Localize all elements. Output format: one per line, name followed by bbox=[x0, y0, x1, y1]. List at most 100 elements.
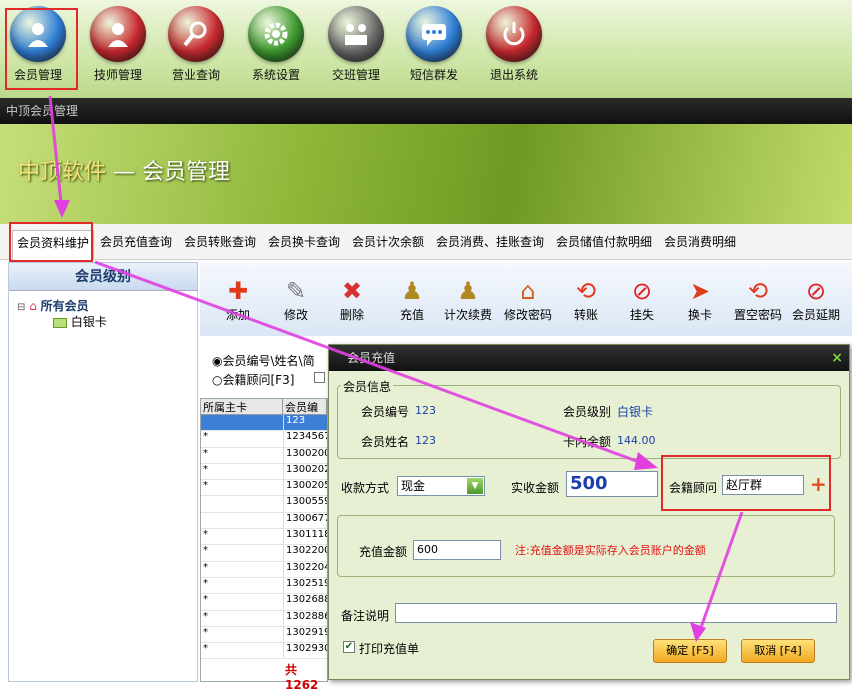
table-row[interactable]: * 1234567 bbox=[201, 431, 327, 448]
action-button-0[interactable]: ✚ 添加 bbox=[210, 276, 266, 323]
balance-label: 卡内余额 bbox=[563, 435, 612, 449]
toolbar-item-label: 营业查询 bbox=[171, 68, 220, 82]
recharge-note: 注:充值金额是实际存入会员账户的金额 bbox=[515, 544, 706, 557]
advisor-input[interactable]: 赵厅群 bbox=[722, 475, 804, 495]
advisor-label: 会籍顾问 bbox=[669, 481, 718, 495]
add-icon: ✚ bbox=[227, 277, 249, 305]
toolbar-item-1[interactable]: 技师管理 bbox=[82, 6, 154, 90]
chevron-down-icon[interactable]: ▼ bbox=[467, 478, 483, 494]
print-checkbox[interactable]: ✔ bbox=[343, 641, 355, 653]
tab-2[interactable]: 会员转账查询 bbox=[180, 230, 260, 260]
toolbar-item-3[interactable]: 系统设置 bbox=[240, 6, 312, 90]
action-button-2[interactable]: ✖ 删除 bbox=[324, 276, 380, 323]
tree-item-silver-card[interactable]: 白银卡 bbox=[53, 313, 107, 330]
sms-icon bbox=[406, 6, 462, 62]
table-row[interactable]: * 1302886 bbox=[201, 610, 327, 627]
grid-header: 所属主卡 会员编 bbox=[201, 399, 327, 415]
table-row[interactable]: * 1302930 bbox=[201, 643, 327, 660]
tab-5[interactable]: 会员消费、挂账查询 bbox=[432, 230, 548, 260]
action-button-9[interactable]: ⟲ 置空密码 bbox=[730, 276, 786, 323]
cell-main-card bbox=[201, 496, 283, 511]
action-button-8[interactable]: ➤ 换卡 bbox=[672, 276, 728, 323]
search-option1-label: 会员编号\姓名\简 bbox=[222, 354, 315, 368]
table-row[interactable]: 123 bbox=[201, 415, 327, 432]
table-row[interactable]: * 1302919 bbox=[201, 626, 327, 644]
group-title: 会员信息 bbox=[341, 378, 394, 395]
add-advisor-icon[interactable]: + bbox=[810, 472, 827, 496]
cell-member-no: 1301118 bbox=[283, 529, 327, 545]
action-label: 会员延期 bbox=[791, 308, 840, 322]
action-label: 修改密码 bbox=[503, 308, 552, 322]
action-label: 转账 bbox=[573, 308, 598, 322]
toolbar-item-6[interactable]: 退出系统 bbox=[478, 6, 550, 90]
cell-member-no: 1300205 bbox=[283, 480, 327, 496]
confirm-button[interactable]: 确定 [F5] bbox=[653, 639, 727, 663]
tab-1[interactable]: 会员充值查询 bbox=[96, 230, 176, 260]
member-level-value: 白银卡 bbox=[617, 405, 654, 419]
member-grid: 所属主卡 会员编 123 * 1234567 * 1300200 * 1300202 * 130… bbox=[200, 398, 328, 692]
cell-main-card: * bbox=[203, 577, 208, 589]
search-option-member[interactable]: ◉会员编号\姓名\简 bbox=[212, 352, 315, 369]
tree-collapse-icon[interactable]: ⊟ bbox=[17, 302, 25, 313]
action-button-4[interactable]: ♟ 计次续费 bbox=[440, 276, 496, 323]
tab-4[interactable]: 会员计次余额 bbox=[348, 230, 428, 260]
action-button-7[interactable]: ⊘ 挂失 bbox=[614, 276, 670, 323]
action-label: 挂失 bbox=[629, 308, 654, 322]
table-row[interactable]: * 1301118 bbox=[201, 529, 327, 546]
change-password-icon: ⌂ bbox=[520, 277, 536, 305]
received-amount-input[interactable]: 500 bbox=[566, 471, 658, 497]
action-button-6[interactable]: ⟲ 转账 bbox=[558, 276, 614, 323]
remark-input[interactable] bbox=[395, 603, 837, 623]
action-button-3[interactable]: ♟ 充值 bbox=[384, 276, 440, 323]
toolbar-item-4[interactable]: 交班管理 bbox=[320, 6, 392, 90]
action-toolbar: ✚ 添加 ✎ 修改 ✖ 删除 ♟ 充值 ♟ 计次续费 ⌂ 修改密码 ⟲ 转账 ⊘ 挂失 ➤ 换卡 ⟲ 置空密码 ⊘ 会员延… bbox=[200, 262, 852, 336]
table-row[interactable]: * 1302688 bbox=[201, 594, 327, 611]
cell-member-no: 1302688 bbox=[283, 594, 327, 610]
column-header[interactable]: 会员编 bbox=[283, 399, 327, 414]
close-icon[interactable]: × bbox=[831, 345, 843, 371]
toolbar-item-label: 退出系统 bbox=[489, 68, 538, 82]
table-row[interactable]: 1300677 bbox=[201, 512, 327, 530]
recharge-icon: ♟ bbox=[401, 277, 423, 305]
table-row[interactable]: * 1300202 bbox=[201, 463, 327, 481]
cell-member-no: 1234567 bbox=[283, 431, 327, 447]
clear-password-icon: ⟲ bbox=[747, 277, 769, 305]
action-button-5[interactable]: ⌂ 修改密码 bbox=[500, 276, 556, 323]
table-row[interactable]: * 1302200 bbox=[201, 545, 327, 562]
action-button-1[interactable]: ✎ 修改 bbox=[268, 276, 324, 323]
received-amount-label: 实收金额 bbox=[511, 481, 560, 495]
toolbar-item-5[interactable]: 短信群发 bbox=[398, 6, 470, 90]
recharge-amount-input[interactable]: 600 bbox=[413, 540, 501, 560]
table-row[interactable]: * 1302519 bbox=[201, 577, 327, 595]
tab-3[interactable]: 会员换卡查询 bbox=[264, 230, 344, 260]
grid-footer-total: 共1262 bbox=[285, 663, 319, 692]
tab-7[interactable]: 会员消费明细 bbox=[660, 230, 740, 260]
recharge-amount-label: 充值金额 bbox=[359, 545, 408, 559]
tree-child-label: 白银卡 bbox=[70, 315, 107, 329]
dialog-title: 会员充值 bbox=[347, 351, 396, 365]
table-row[interactable]: * 1302204 bbox=[201, 561, 327, 578]
member-name-value: 123 bbox=[415, 434, 436, 447]
recharge-dialog: 会员充值 × 会员信息 会员编号 123 会员级别 白银卡 会员姓名 123 卡… bbox=[328, 344, 850, 680]
checkbox[interactable] bbox=[314, 372, 325, 383]
payment-method-select[interactable]: 现金 ▼ bbox=[397, 476, 485, 496]
member-name-label: 会员姓名 bbox=[361, 435, 410, 449]
table-row[interactable]: * 1300200 bbox=[201, 447, 327, 464]
action-label: 添加 bbox=[225, 308, 250, 322]
cell-main-card bbox=[201, 513, 283, 528]
tree-item-all-members[interactable]: ⊟ ⌂ 所有会员 bbox=[17, 297, 89, 314]
search-option-advisor[interactable]: ○会籍顾问[F3] bbox=[212, 371, 294, 388]
folder-open-icon: ⌂ bbox=[29, 299, 37, 313]
table-row[interactable]: 1300559 bbox=[201, 496, 327, 513]
toolbar-item-2[interactable]: 营业查询 bbox=[160, 6, 232, 90]
panel-title: 会员级别 bbox=[9, 263, 197, 291]
cancel-button[interactable]: 取消 [F4] bbox=[741, 639, 815, 663]
cell-main-card: * bbox=[203, 643, 208, 655]
cell-member-no: 1300677 bbox=[283, 512, 327, 529]
table-row[interactable]: * 1300205 bbox=[201, 480, 327, 497]
column-header[interactable]: 所属主卡 bbox=[201, 399, 283, 414]
tab-6[interactable]: 会员储值付款明细 bbox=[552, 230, 656, 260]
action-button-10[interactable]: ⊘ 会员延期 bbox=[788, 276, 844, 323]
search-icon bbox=[168, 6, 224, 62]
toolbar-item-label: 交班管理 bbox=[331, 68, 380, 82]
